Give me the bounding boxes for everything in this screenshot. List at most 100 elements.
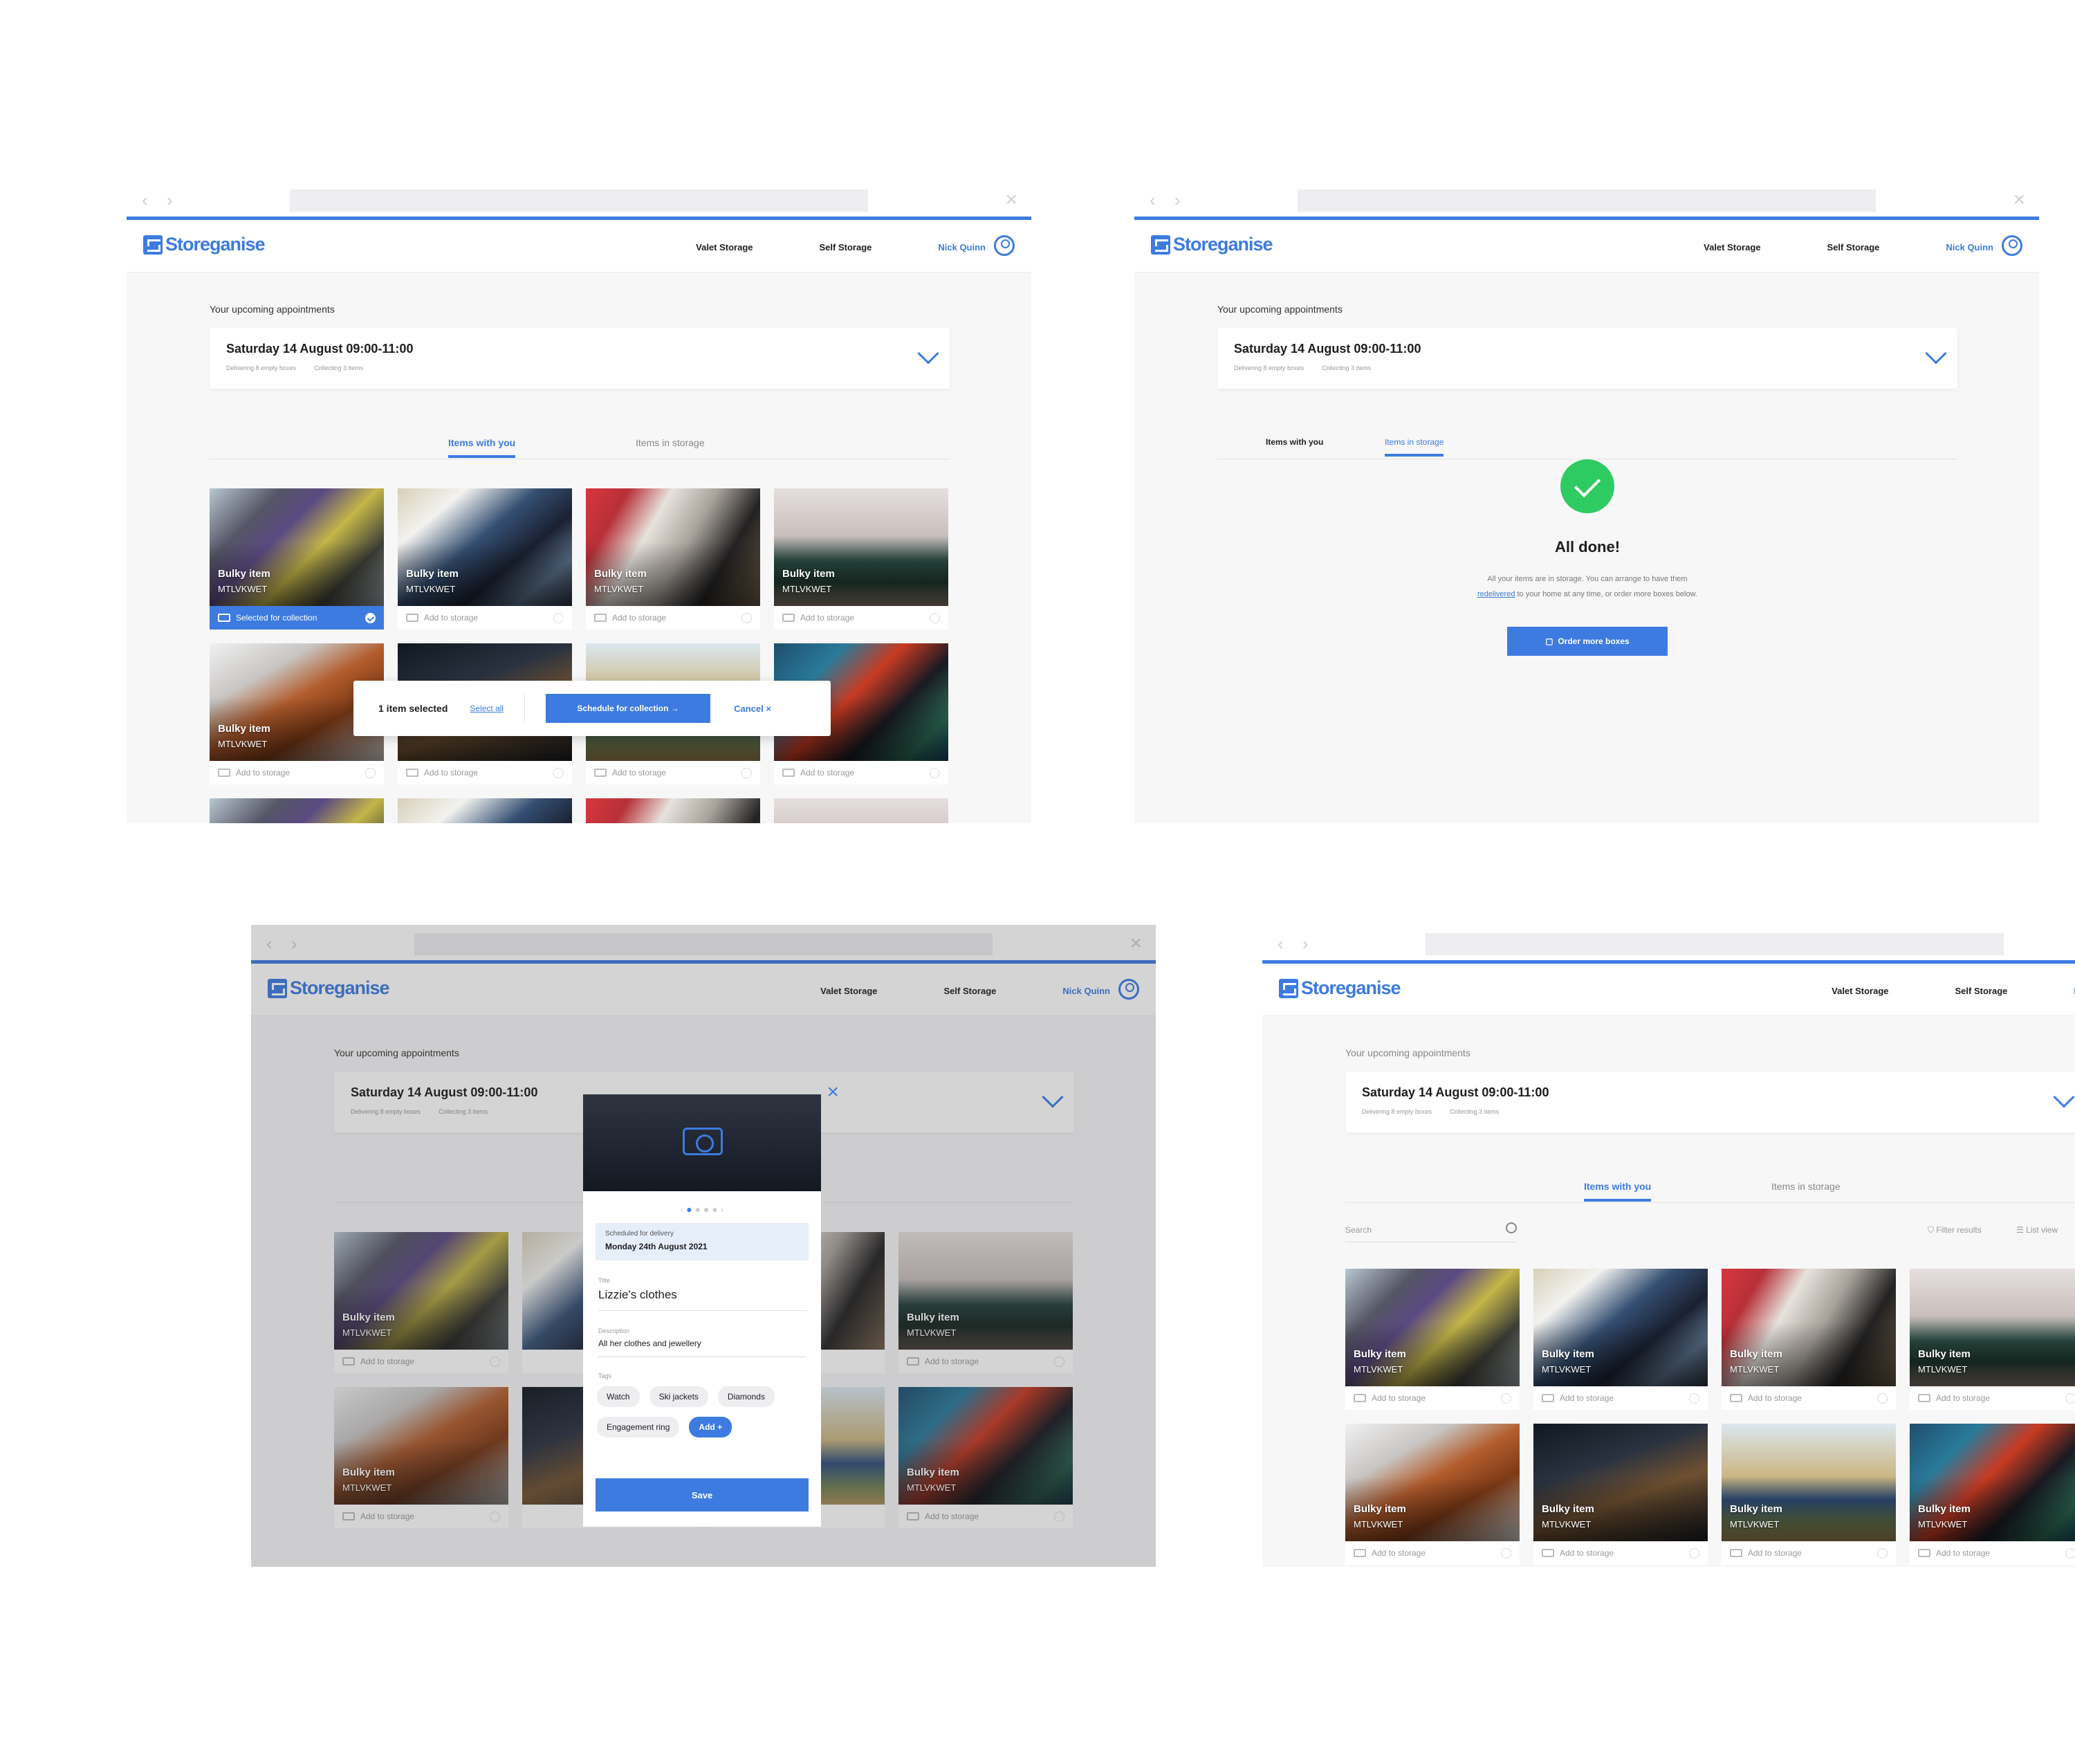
appointment-title: Saturday 14 August 09:00-11:00 — [226, 342, 414, 356]
checkbox[interactable] — [741, 767, 752, 778]
truck-icon — [1542, 1394, 1554, 1402]
logo[interactable]: Storeganise — [1151, 234, 1273, 255]
camera-icon[interactable] — [683, 1128, 723, 1155]
appointment-card[interactable]: Saturday 14 August 09:00-11:00 Delivering… — [210, 328, 950, 389]
item-card[interactable]: Bulky item MTLVKWET Add to storage — [774, 488, 948, 630]
url-bar[interactable] — [1426, 933, 2004, 955]
logo-icon — [143, 235, 163, 255]
nav-arrows-icon[interactable]: ‹ › — [1150, 190, 1188, 211]
description-field[interactable]: Description All her clothes and jewellery — [598, 1327, 806, 1357]
tab-items-with-you[interactable]: Items with you — [1266, 437, 1323, 447]
truck-icon — [218, 614, 230, 622]
title-field[interactable]: Title Lizzie's clothes — [598, 1277, 806, 1311]
close-modal-icon[interactable]: × — [827, 1081, 839, 1104]
appointment-card[interactable]: Saturday 14 August 09:00-11:00 Delivering… — [1345, 1072, 2075, 1132]
item-card[interactable]: Bulky item MTLVKWET Add to storage — [1910, 1269, 2075, 1410]
tab-items-with-you[interactable]: Items with you — [1584, 1181, 1652, 1202]
user-icon[interactable] — [2002, 235, 2022, 256]
top-nav: Storeganise Valet StorageSelf StorageNic… — [1262, 964, 2075, 1016]
close-icon[interactable]: × — [1005, 188, 1017, 212]
logo[interactable]: Storeganise — [1279, 977, 1401, 999]
close-icon[interactable]: × — [2013, 188, 2025, 212]
nav-arrows-icon[interactable]: ‹ › — [1278, 933, 1316, 955]
tab-items-in-storage[interactable]: Items in storage — [1771, 1181, 1841, 1192]
checkbox[interactable] — [365, 767, 376, 778]
nav-self-storage[interactable]: Self Storage — [820, 242, 872, 252]
checkbox[interactable] — [930, 767, 940, 778]
nav-valet-storage[interactable]: Valet Storage — [1704, 242, 1760, 252]
appointment-delivering: Delivering 8 empty boxes — [1234, 365, 1304, 371]
add-tag-button[interactable]: Add + — [689, 1417, 732, 1437]
user-name[interactable]: Nick Quinn — [938, 242, 986, 252]
search-icon[interactable] — [1506, 1222, 1517, 1233]
nav-self-storage[interactable]: Self Storage — [1955, 986, 2008, 996]
item-card[interactable] — [774, 798, 948, 823]
logo[interactable]: Storeganise — [143, 234, 266, 255]
item-photo: Bulky item MTLVKWET — [586, 488, 760, 606]
checkbox[interactable] — [2065, 1393, 2075, 1404]
item-card[interactable]: Bulky item MTLVKWET Add to storage — [1722, 1424, 1896, 1565]
carousel-dots[interactable]: ‹ ● ● ● ● › — [583, 1204, 821, 1215]
redelivered-link[interactable]: redelivered — [1477, 590, 1515, 598]
item-card[interactable]: Bulky item MTLVKWET Add to storage — [1533, 1269, 1708, 1410]
item-card[interactable]: Bulky item MTLVKWET Add to storage — [586, 488, 760, 630]
item-card[interactable] — [398, 798, 572, 823]
item-card[interactable]: Bulky item MTLVKWET Selected for collectio… — [210, 488, 384, 630]
item-photo: Bulky item MTLVKWET — [1533, 1269, 1708, 1386]
checkbox[interactable] — [1689, 1393, 1699, 1404]
truck-icon — [1730, 1549, 1742, 1557]
item-card[interactable]: Bulky item MTLVKWET Add to storage — [1910, 1424, 2075, 1565]
user-name[interactable]: Nick Quinn — [1946, 242, 1993, 252]
checkbox[interactable] — [553, 612, 564, 623]
section-label: Your upcoming appointments — [1217, 304, 1343, 315]
search-input[interactable]: Search — [1345, 1225, 1517, 1242]
tab-items-with-you[interactable]: Items with you — [448, 437, 516, 458]
cancel-button[interactable]: Cancel × — [734, 704, 771, 714]
truck-icon — [594, 614, 607, 622]
checkbox[interactable] — [1501, 1393, 1511, 1404]
checkbox[interactable] — [1501, 1547, 1511, 1559]
checkbox[interactable] — [365, 612, 376, 623]
tag-chip[interactable]: Diamonds — [717, 1386, 775, 1407]
url-bar[interactable] — [290, 190, 868, 212]
item-card[interactable]: Bulky item MTLVKWET Add to storage — [1345, 1269, 1520, 1410]
tag-chip[interactable]: Watch — [597, 1386, 640, 1407]
truck-icon — [1918, 1549, 1930, 1557]
item-card[interactable] — [210, 798, 384, 823]
schedule-collection-button[interactable]: Schedule for collection → — [546, 694, 711, 723]
checkbox[interactable] — [2065, 1547, 2075, 1559]
chevron-down-icon[interactable] — [917, 342, 939, 365]
item-photo: Bulky item MTLVKWET — [1910, 1269, 2075, 1386]
item-card[interactable] — [586, 798, 760, 823]
filter-results-button[interactable]: ⛉ Filter results — [1928, 1225, 1982, 1235]
nav-arrows-icon[interactable]: ‹ › — [142, 190, 180, 211]
chevron-down-icon[interactable] — [2053, 1086, 2075, 1108]
checkbox[interactable] — [1877, 1393, 1888, 1404]
nav-valet-storage[interactable]: Valet Storage — [1832, 986, 1888, 996]
item-card[interactable]: Bulky item MTLVKWET Add to storage — [1722, 1269, 1896, 1410]
url-bar[interactable] — [1298, 190, 1876, 212]
tag-chip[interactable]: Ski jackets — [649, 1386, 708, 1407]
item-card[interactable]: Bulky item MTLVKWET Add to storage — [1345, 1424, 1520, 1565]
checkbox[interactable] — [553, 767, 564, 778]
tab-items-in-storage[interactable]: Items in storage — [1385, 437, 1444, 457]
item-card[interactable]: Bulky item MTLVKWET Add to storage — [1533, 1424, 1708, 1565]
list-view-button[interactable]: ☰ List view — [2016, 1225, 2058, 1235]
item-card[interactable]: Bulky item MTLVKWET Add to storage — [398, 488, 572, 630]
checkbox[interactable] — [1689, 1547, 1699, 1559]
checkbox[interactable] — [741, 612, 752, 623]
divider — [524, 695, 526, 722]
order-more-boxes-button[interactable]: ▢ Order more boxes — [1507, 627, 1668, 656]
nav-self-storage[interactable]: Self Storage — [1827, 242, 1880, 252]
chevron-down-icon[interactable] — [1925, 342, 1947, 365]
user-icon[interactable] — [994, 235, 1015, 256]
appointment-card[interactable]: Saturday 14 August 09:00-11:00 Delivering… — [1217, 328, 1957, 389]
box-icon: ▢ — [1545, 636, 1558, 646]
select-all-link[interactable]: Select all — [470, 704, 504, 713]
save-button[interactable]: Save — [596, 1478, 809, 1512]
nav-valet-storage[interactable]: Valet Storage — [696, 242, 753, 252]
checkbox[interactable] — [930, 612, 940, 623]
checkbox[interactable] — [1877, 1547, 1888, 1559]
tag-chip[interactable]: Engagement ring — [597, 1417, 680, 1437]
tab-items-in-storage[interactable]: Items in storage — [636, 437, 705, 448]
